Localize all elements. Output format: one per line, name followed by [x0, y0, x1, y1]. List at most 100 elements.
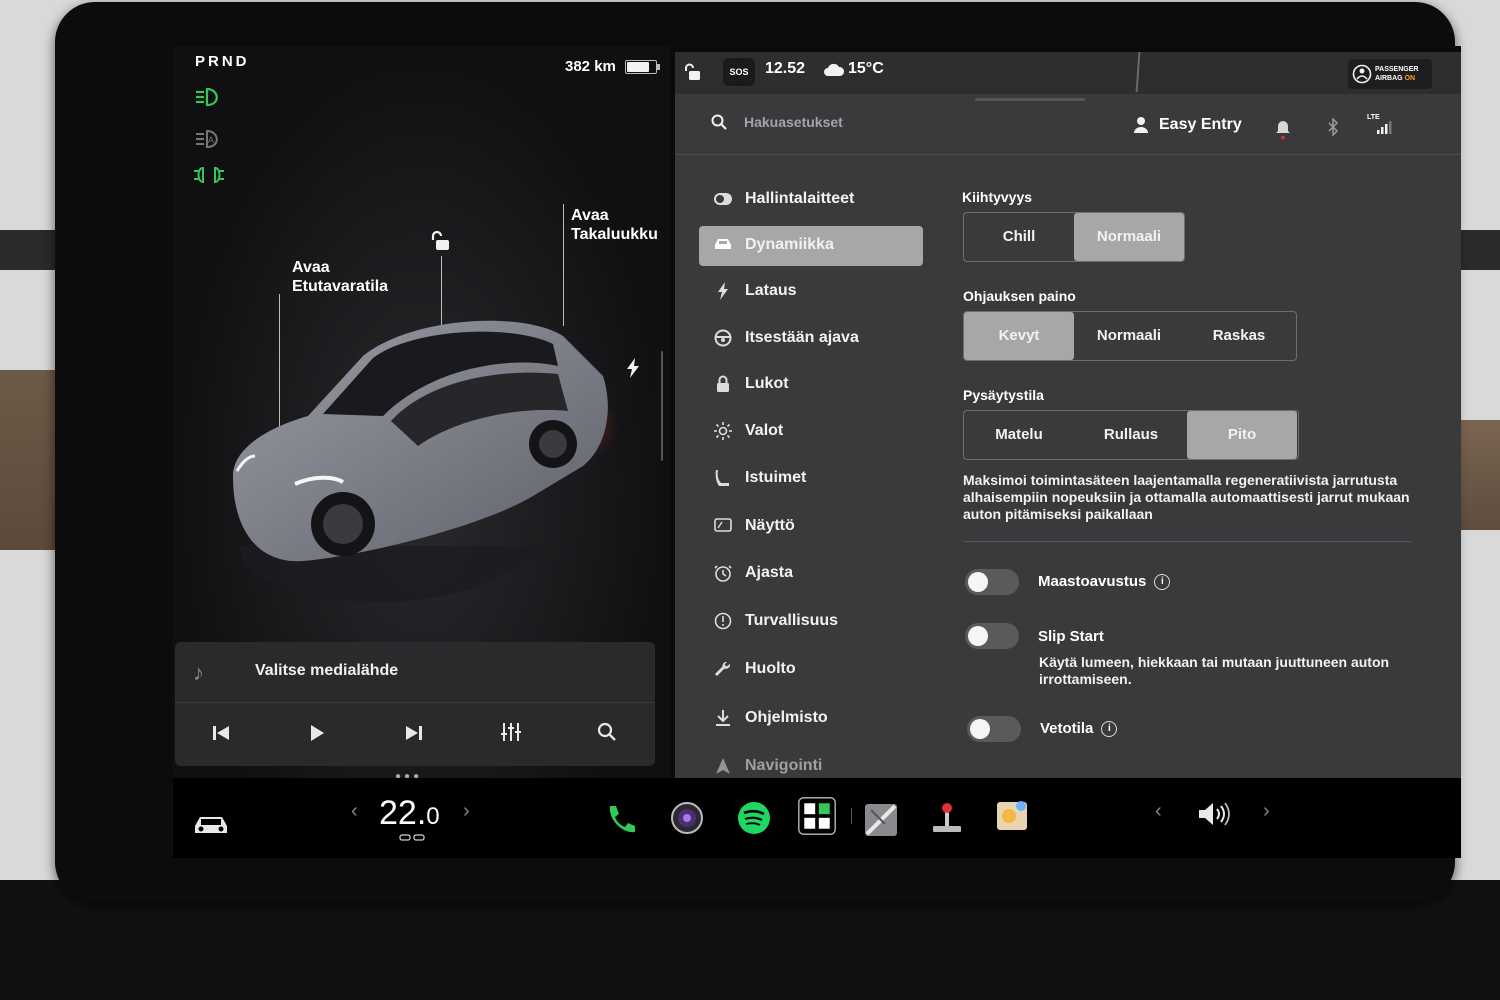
- menu-item-ohjelmisto[interactable]: Ohjelmisto: [699, 699, 923, 739]
- cabin-temperature[interactable]: 22.0: [379, 794, 440, 833]
- airbag-line1: PASSENGER: [1375, 66, 1419, 73]
- info-icon[interactable]: i: [1154, 574, 1171, 591]
- menu-item-label: Istuimet: [745, 469, 807, 486]
- menu-item-dynamiikka[interactable]: Dynamiikka: [699, 226, 923, 266]
- next-track-button[interactable]: [396, 720, 432, 750]
- alert-icon: [713, 612, 733, 632]
- off-road-assist-text: Maastoavustus: [1038, 573, 1147, 590]
- temp-up-chevron-icon[interactable]: ›: [463, 800, 470, 823]
- display-icon: [713, 517, 733, 537]
- menu-item-label: Ajasta: [745, 564, 794, 581]
- airbag-icon: [1352, 64, 1372, 84]
- sos-button[interactable]: SOS: [723, 58, 755, 86]
- menu-item-label: Lataus: [745, 282, 797, 299]
- menu-item-label: Näyttö: [745, 517, 795, 534]
- unlock-icon[interactable]: [429, 229, 453, 253]
- stopping-option-roll[interactable]: Rullaus: [1076, 411, 1186, 459]
- equalizer-icon: [501, 723, 521, 741]
- section-divider: [963, 541, 1411, 542]
- info-icon[interactable]: i: [1101, 721, 1118, 738]
- signal-strength-icon: [1377, 121, 1392, 134]
- toggle-knob: [968, 572, 988, 592]
- spotify-icon[interactable]: [734, 798, 774, 838]
- steering-weight-title: Ohjauksen paino: [963, 288, 1076, 304]
- notification-bell-icon[interactable]: [1275, 118, 1291, 140]
- rear-trunk-open-button[interactable]: Avaa Takaluukku: [571, 206, 658, 244]
- menu-item-lukot[interactable]: Lukot: [699, 365, 923, 405]
- stopping-option-creep[interactable]: Matelu: [964, 411, 1074, 459]
- lightning-icon: [713, 282, 733, 302]
- menu-item-turvallisuus[interactable]: Turvallisuus: [699, 602, 923, 642]
- off-road-assist-toggle[interactable]: [965, 569, 1019, 595]
- search-icon: [597, 722, 616, 741]
- acceleration-segmented-control: Chill Normaali: [963, 212, 1185, 262]
- menu-item-valot[interactable]: Valot: [699, 412, 923, 452]
- slip-start-label: Slip Start: [1038, 628, 1104, 645]
- outside-temperature: 15°C: [848, 60, 884, 77]
- front-trunk-open-button[interactable]: Avaa Etutavaratila: [292, 258, 388, 296]
- headlights-on-icon: [196, 87, 218, 107]
- unlock-status-icon[interactable]: [683, 62, 703, 82]
- passenger-airbag-indicator: PASSENGER AIRBAG ON: [1348, 59, 1432, 89]
- volume-icon[interactable]: [1197, 800, 1231, 828]
- car-icon[interactable]: [191, 804, 231, 844]
- menu-item-lataus[interactable]: Lataus: [699, 272, 923, 312]
- photo-booth-icon[interactable]: [993, 796, 1033, 836]
- menu-item-label: Huolto: [745, 660, 796, 677]
- menu-item-näyttö[interactable]: Näyttö: [699, 507, 923, 547]
- seat-heater-icon[interactable]: [399, 834, 425, 844]
- slip-start-toggle[interactable]: [965, 623, 1019, 649]
- clock: 12.52: [765, 60, 806, 77]
- driver-profile-button[interactable]: Easy Entry: [1159, 116, 1242, 134]
- car-view-scroll-indicator: [661, 351, 663, 461]
- traction-mode-toggle[interactable]: [967, 716, 1021, 742]
- steering-option-heavy[interactable]: Raskas: [1184, 312, 1294, 360]
- menu-item-huolto[interactable]: Huolto: [699, 650, 923, 690]
- airbag-line2: AIRBAG: [1375, 75, 1405, 82]
- parking-lights-icon: [194, 166, 224, 184]
- lock-icon: [713, 375, 733, 395]
- dock-divider: [851, 808, 852, 824]
- play-button[interactable]: [299, 720, 335, 750]
- media-source-selector[interactable]: ♪ Valitse medialähde: [175, 642, 655, 703]
- acceleration-option-chill[interactable]: Chill: [964, 213, 1074, 261]
- joystick-icon[interactable]: [927, 798, 967, 838]
- previous-track-button[interactable]: [203, 720, 239, 750]
- menu-item-istuimet[interactable]: Istuimet: [699, 459, 923, 499]
- navigation-icon: [713, 757, 733, 777]
- temp-down-chevron-icon[interactable]: ‹: [351, 800, 358, 823]
- seat-icon: [713, 469, 733, 489]
- settings-search-input[interactable]: Hakuasetukset: [744, 114, 843, 130]
- menu-item-label: Turvallisuus: [745, 612, 839, 629]
- menu-item-label: Dynamiikka: [745, 236, 834, 253]
- status-bar: SOS 12.52 15°C PASSENGER AIRBAG ON: [675, 52, 1461, 94]
- menu-item-label: Hallintalaitteet: [745, 190, 855, 207]
- acceleration-option-normal[interactable]: Normaali: [1074, 213, 1184, 261]
- menu-item-label: Navigointi: [745, 757, 823, 774]
- menu-item-itsestään-ajava[interactable]: Itsestään ajava: [699, 319, 923, 359]
- equalizer-button[interactable]: [493, 720, 529, 750]
- menu-item-label: Itsestään ajava: [745, 329, 859, 346]
- car-model-image: [233, 320, 618, 603]
- media-player: ♪ Valitse medialähde: [175, 642, 655, 766]
- phone-icon[interactable]: [601, 800, 641, 840]
- camera-icon[interactable]: [667, 798, 707, 838]
- menu-item-hallintalaitteet[interactable]: Hallintalaitteet: [699, 180, 923, 220]
- apps-icon[interactable]: [797, 796, 837, 836]
- menu-item-ajasta[interactable]: Ajasta: [699, 554, 923, 594]
- steering-option-light[interactable]: Kevyt: [964, 312, 1074, 360]
- drag-handle[interactable]: [975, 98, 1085, 101]
- map-app-icon[interactable]: [861, 800, 901, 840]
- bluetooth-icon[interactable]: [1327, 118, 1339, 136]
- stopping-option-hold[interactable]: Pito: [1187, 411, 1297, 459]
- media-search-button[interactable]: [589, 720, 625, 750]
- volume-down-chevron-icon[interactable]: ‹: [1155, 800, 1162, 823]
- svg-text:A: A: [208, 135, 214, 145]
- volume-up-chevron-icon[interactable]: ›: [1263, 800, 1270, 823]
- touchscreen: PRND A 382 km Avaa Etutavaratila Avaa Ta…: [173, 46, 1461, 858]
- temperature-decimal: 0: [426, 803, 440, 830]
- settings-header: Hakuasetukset Easy Entry LTE: [675, 94, 1461, 155]
- steering-option-normal[interactable]: Normaali: [1074, 312, 1184, 360]
- toggle-knob: [968, 626, 988, 646]
- traction-mode-label: Vetotila i: [1040, 720, 1118, 738]
